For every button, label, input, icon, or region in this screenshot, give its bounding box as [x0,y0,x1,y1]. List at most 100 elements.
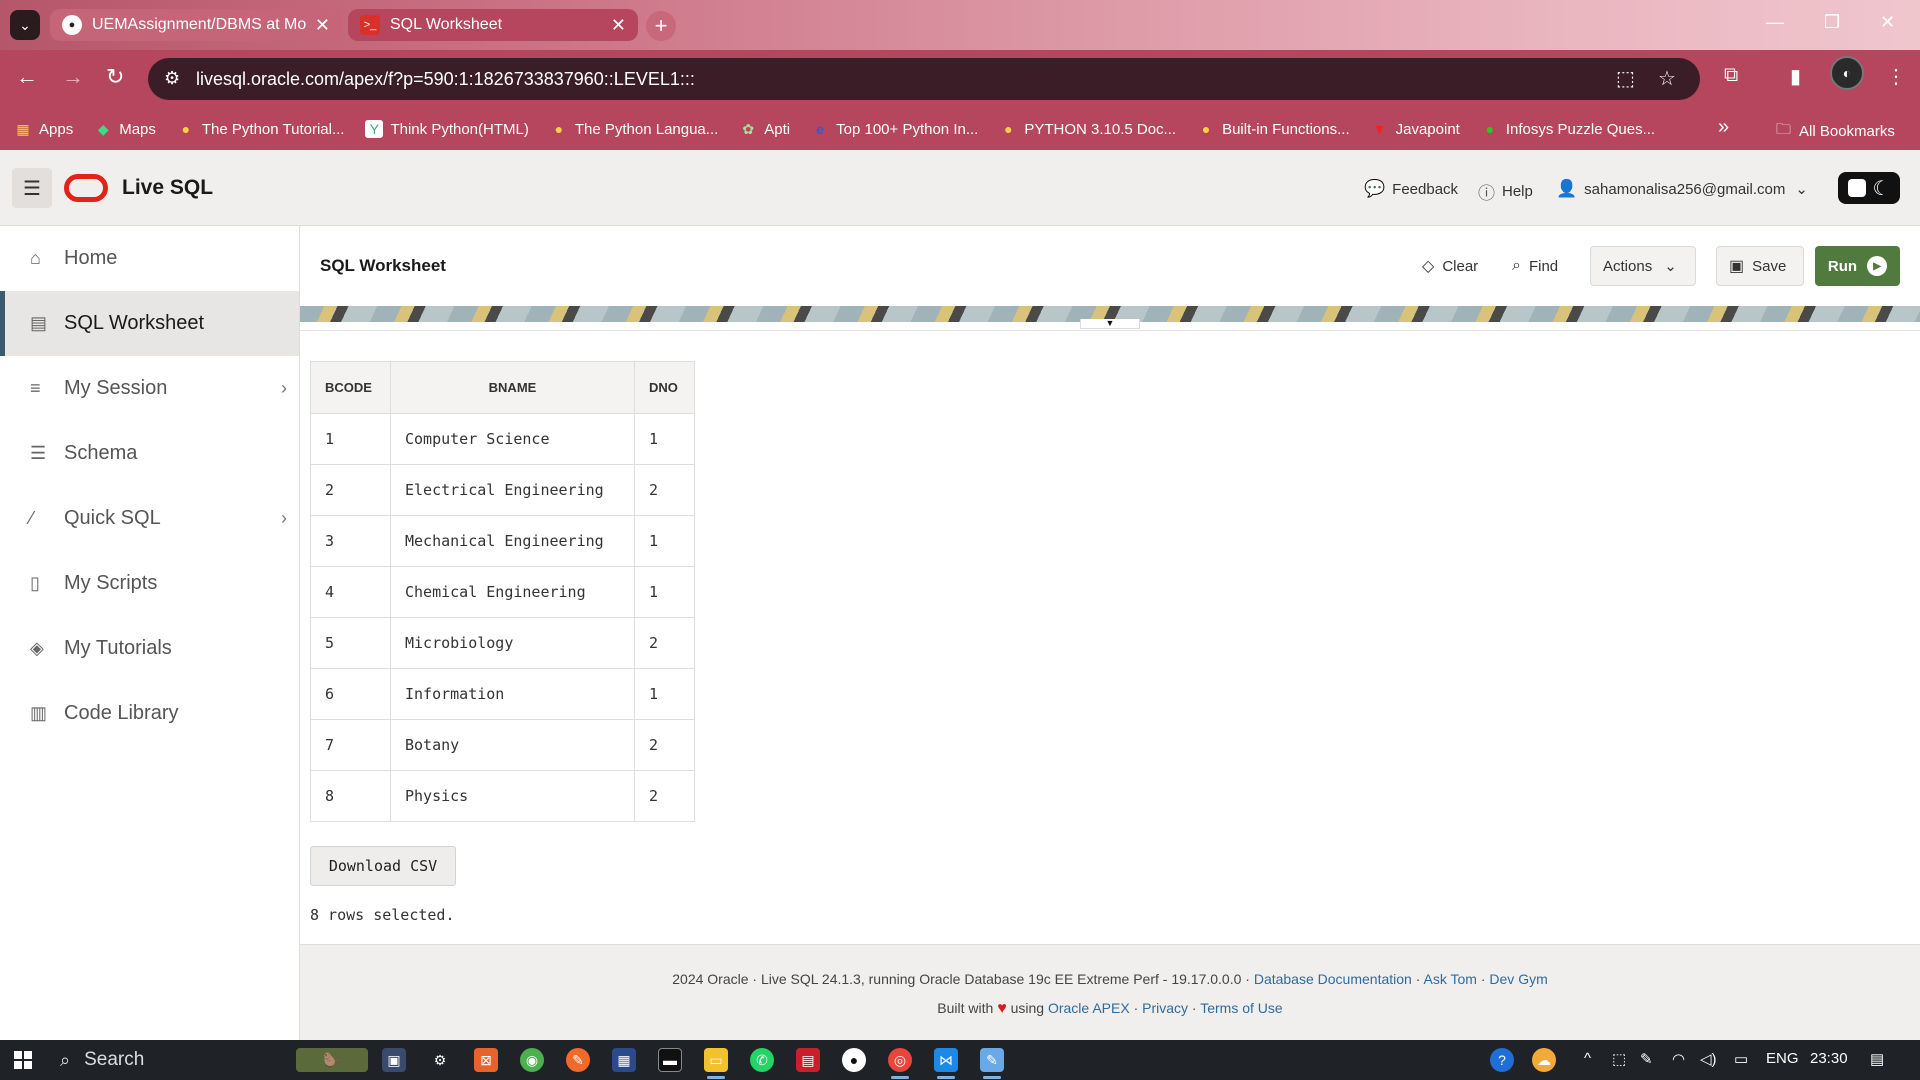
chrome-icon[interactable]: ◎ [888,1048,912,1072]
profile-avatar[interactable]: ◐ [1830,56,1864,90]
save-button[interactable]: ▣ Save [1716,246,1804,286]
clear-button[interactable]: ◇ Clear [1410,246,1490,286]
dev-gym-link[interactable]: Dev Gym [1489,971,1547,987]
sidebar-item-code-library[interactable]: ▥ Code Library [0,681,299,746]
install-app-icon[interactable]: ⬚ [1616,66,1635,91]
windows-start-icon[interactable] [14,1051,32,1069]
all-bookmarks[interactable]: 🗀 All Bookmarks [1776,119,1895,144]
volume-icon[interactable]: ◁) [1700,1050,1717,1068]
tab-search-button[interactable]: ⌄ [10,10,40,40]
github-desktop-icon[interactable]: ● [842,1048,866,1072]
settings-gear-icon[interactable]: ⚙ [428,1048,452,1072]
wifi-icon[interactable]: ◠ [1672,1050,1685,1068]
actions-menu-button[interactable]: Actions ⌄ [1590,246,1696,286]
url-bar[interactable]: ⚙ livesql.oracle.com/apex/f?p=590:1:1826… [148,58,1700,100]
sidebar-item-my-scripts[interactable]: ▯ My Scripts [0,551,299,616]
bookmark-top-100-python[interactable]: e Top 100+ Python In... [811,120,978,138]
restore-icon[interactable]: ❐ [1824,12,1840,33]
display-icon[interactable]: ⬚ [1612,1050,1626,1068]
hamburger-menu-icon[interactable]: ☰ [12,168,52,208]
bookmark-builtin-functions[interactable]: ● Built-in Functions... [1197,120,1350,138]
close-tab-icon[interactable]: ✕ [315,15,330,36]
help-link[interactable]: ⓘ Help [1478,179,1533,204]
bookmark-apti[interactable]: ✿ Apti [739,120,790,138]
cell-dno: 2 [634,719,695,771]
bookmark-infosys[interactable]: ● Infosys Puzzle Ques... [1481,120,1655,138]
ask-tom-link[interactable]: Ask Tom [1424,971,1477,987]
download-csv-button[interactable]: Download CSV [310,846,456,886]
bookmark-python-tutorial[interactable]: ● The Python Tutorial... [177,120,345,138]
sidebar-item-my-tutorials[interactable]: ◈ My Tutorials [0,616,299,681]
privacy-link[interactable]: Privacy [1142,1000,1188,1016]
database-documentation-link[interactable]: Database Documentation [1254,971,1412,987]
bookmark-python-language[interactable]: ● The Python Langua... [550,120,719,138]
taskbar-search[interactable]: ⌕ Search [52,1044,302,1076]
column-header-dno: DNO [634,361,695,414]
terms-of-use-link[interactable]: Terms of Use [1200,1000,1282,1016]
oracle-apex-link[interactable]: Oracle APEX [1048,1000,1130,1016]
xampp-icon[interactable]: ⊠ [474,1048,498,1072]
minimize-icon[interactable]: — [1766,12,1784,33]
sidebar-item-my-session[interactable]: ≡ My Session › [0,356,299,421]
cell-bname: Botany [390,719,635,771]
dark-mode-toggle[interactable]: ☾ [1838,172,1900,204]
table-header-row: BCODE BNAME DNO [310,361,695,414]
back-icon[interactable]: ← [16,64,38,90]
play-icon: ▶ [1867,256,1888,276]
chevron-right-icon: › [281,378,287,398]
reload-icon[interactable]: ↻ [106,64,124,90]
sidebar-item-home[interactable]: ⌂ Home [0,226,299,291]
magic-wand-icon: ⁄ [30,508,34,528]
weather-widget-icon[interactable]: 🦫 [296,1048,368,1072]
bookmark-apps[interactable]: ▦ Apps [14,120,73,138]
file-explorer-icon[interactable]: ▭ [704,1048,728,1072]
site-info-icon[interactable]: ⚙ [164,68,180,89]
postman-icon[interactable]: ✎ [566,1048,590,1072]
browser-tab-sql-worksheet[interactable]: >_ SQL Worksheet ✕ [348,9,638,41]
close-window-icon[interactable]: ✕ [1880,12,1895,33]
chrome-menu-icon[interactable]: ⋮ [1886,64,1906,89]
table-row: 3 Mechanical Engineering 1 [310,515,695,567]
bookmark-maps[interactable]: ◆ Maps [94,120,156,138]
task-view-icon[interactable]: ▣ [382,1048,406,1072]
sidebar-item-schema[interactable]: ☰ Schema [0,421,299,486]
extensions-icon[interactable]: ⧉ [1724,64,1738,87]
bookmarks-overflow-icon[interactable]: » [1718,116,1729,139]
battery-icon[interactable]: ▭ [1734,1050,1748,1068]
weather-notification-icon[interactable]: ☁ [1532,1048,1556,1072]
find-button[interactable]: ⌕ Find [1500,246,1570,286]
bookmark-think-python[interactable]: Y Think Python(HTML) [365,120,529,138]
terminal-icon[interactable]: ▬ [658,1048,682,1072]
language-indicator[interactable]: ENG [1766,1050,1799,1067]
caret-down-icon: ▼ [1105,318,1115,328]
user-menu[interactable]: 👤 sahamonalisa256@gmail.com ⌄ [1556,179,1808,199]
bookmark-javapoint[interactable]: ▼ Javapoint [1371,120,1460,138]
vscode-icon[interactable]: ⋈ [934,1048,958,1072]
bookmark-star-icon[interactable]: ☆ [1658,66,1676,91]
dev-tool-icon[interactable]: ▦ [612,1048,636,1072]
sidebar-item-quick-sql[interactable]: ⁄ Quick SQL › [0,486,299,551]
bookmark-python-docs[interactable]: ● PYTHON 3.10.5 Doc... [999,120,1176,138]
splitter-handle[interactable]: ▼ [1080,319,1140,329]
sidebar-item-sql-worksheet[interactable]: ▤ SQL Worksheet [0,291,299,356]
feedback-link[interactable]: 💬 Feedback [1364,179,1458,199]
close-tab-icon[interactable]: ✕ [611,15,626,36]
cell-bname: Microbiology [390,617,635,669]
table-row: 7 Botany 2 [310,719,695,771]
green-app-icon[interactable]: ◉ [520,1048,544,1072]
clock[interactable]: 23:30 [1810,1050,1848,1067]
browser-tab-github[interactable]: ● UEMAssignment/DBMS at Mon ✕ [50,9,342,41]
side-panel-icon[interactable]: ▮ [1790,64,1801,89]
red-app-icon[interactable]: ▤ [796,1048,820,1072]
help-app-icon[interactable]: ? [1490,1048,1514,1072]
run-button[interactable]: Run ▶ [1815,246,1900,286]
show-hidden-icons-icon[interactable]: ^ [1584,1050,1591,1067]
list-icon: ≡ [30,378,41,398]
forward-icon[interactable]: → [62,64,84,90]
notepad-icon[interactable]: ✎ [980,1048,1004,1072]
save-disk-icon: ▣ [1729,258,1745,275]
notifications-icon[interactable]: ▤ [1870,1050,1884,1068]
whatsapp-icon[interactable]: ✆ [750,1048,774,1072]
pen-menu-icon[interactable]: ✎ [1640,1050,1653,1068]
new-tab-button[interactable]: + [646,11,676,41]
